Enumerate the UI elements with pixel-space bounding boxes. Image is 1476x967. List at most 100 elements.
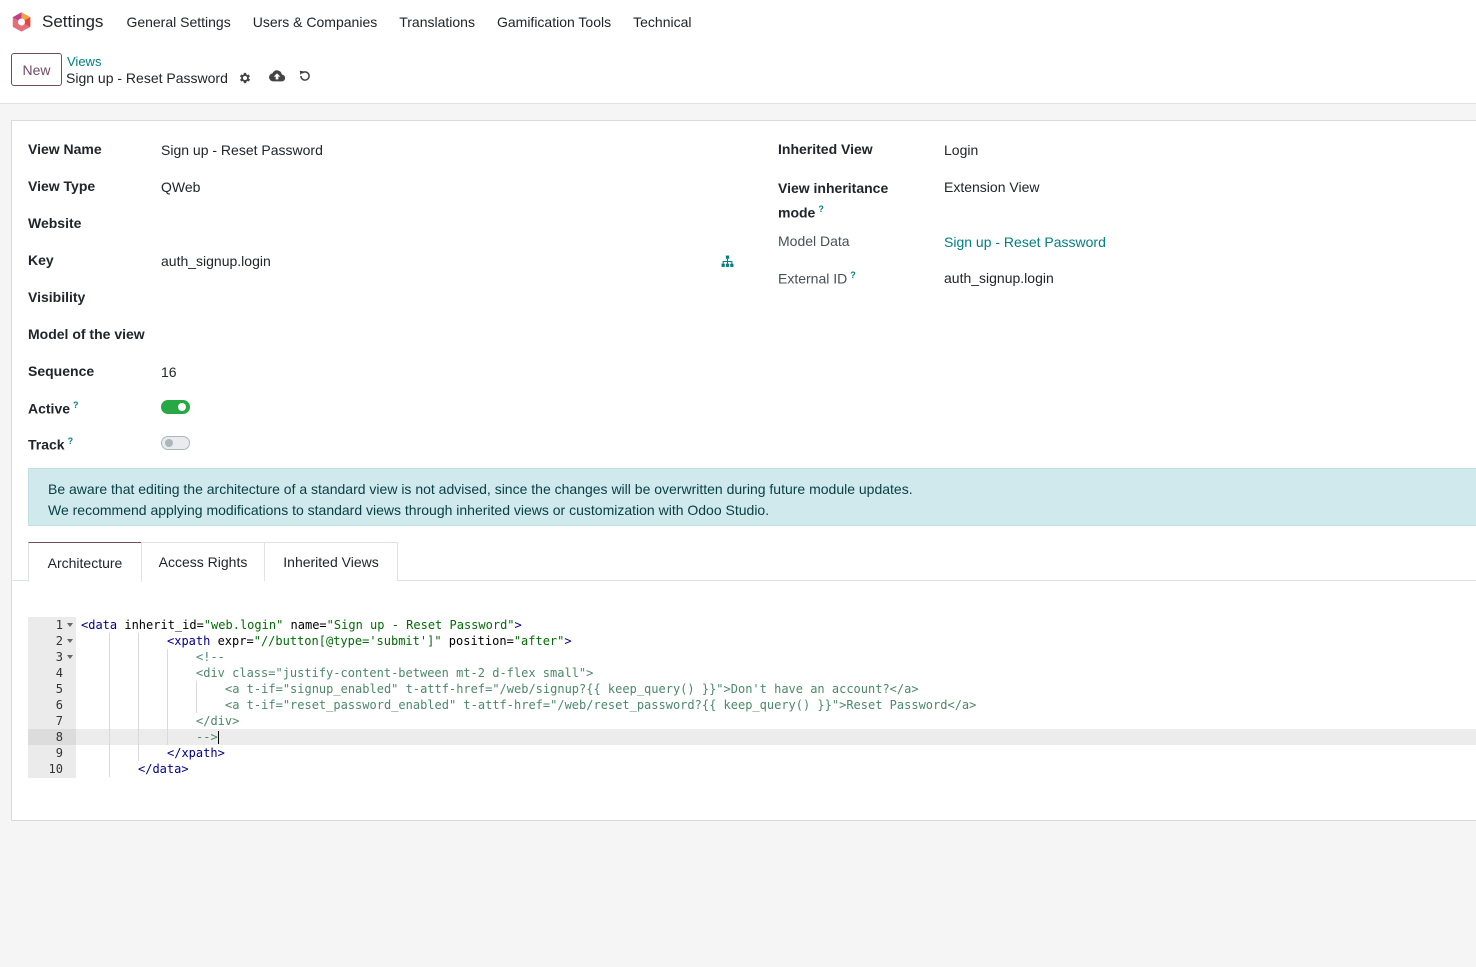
tab-architecture[interactable]: Architecture [28, 542, 142, 582]
visibility-label: Visibility [28, 289, 86, 305]
line-number: 7 [55, 714, 63, 728]
top-navbar: Settings General Settings Users & Compan… [0, 0, 1476, 44]
sitemap-icon[interactable] [719, 253, 735, 269]
external-id-field: auth_signup.login [944, 270, 1054, 286]
notebook-tabs: Architecture Access Rights Inherited Vie… [12, 542, 1476, 582]
alert-line-1: Be aware that editing the architecture o… [48, 481, 913, 497]
fold-arrow-icon[interactable] [67, 655, 73, 659]
code-line: 1 <data inherit_id="web.login" name="Sig… [28, 617, 1476, 633]
cloud-upload-icon[interactable] [269, 68, 285, 84]
inherited-view-field[interactable]: Login [944, 142, 978, 158]
indent-guide [196, 681, 197, 697]
code-text: <!-- [196, 650, 225, 664]
control-panel: New Views Sign up - Reset Password [0, 44, 1476, 104]
code-text: </div> [196, 714, 240, 728]
track-label: Track? [28, 436, 73, 453]
external-id-help-icon[interactable]: ? [850, 270, 856, 280]
line-number: 8 [28, 729, 76, 745]
indent-guide [109, 665, 110, 681]
indent-guide [167, 713, 168, 729]
active-toggle[interactable] [161, 400, 190, 414]
inheritance-mode-label-line2: mode [778, 204, 816, 221]
indent-guide [109, 633, 110, 649]
line-number: 9 [55, 746, 63, 760]
fold-arrow-icon[interactable] [67, 639, 73, 643]
code-text: </data> [138, 762, 189, 776]
code-text: <a t-if="signup_enabled" t-attf-href="/w… [225, 682, 919, 696]
gear-icon[interactable] [237, 70, 253, 86]
indent-guide [167, 649, 168, 665]
track-help-icon[interactable]: ? [68, 436, 74, 446]
inheritance-mode-field[interactable]: Extension View [944, 179, 1039, 195]
line-number: 10 [48, 762, 63, 776]
indent-guide [109, 745, 110, 761]
sequence-label: Sequence [28, 363, 95, 379]
indent-guide [167, 729, 168, 745]
code-text: --> [196, 730, 219, 744]
indent-guide [138, 697, 139, 713]
code-line-active: 8 --> [28, 729, 1476, 745]
code-line: 7 </div> [28, 713, 1476, 729]
indent-guide [196, 697, 197, 713]
toggle-knob [165, 439, 173, 447]
code-text: <xpath expr="//button[@type='submit']" p… [167, 634, 572, 648]
indent-guide [109, 681, 110, 697]
active-label: Active? [28, 400, 79, 417]
code-text: </xpath> [167, 746, 225, 760]
model-of-view-field[interactable] [161, 327, 731, 345]
menu-technical[interactable]: Technical [622, 0, 702, 44]
code-line: 10 </data> [28, 761, 1476, 777]
indent-guide [109, 761, 110, 777]
key-field[interactable]: auth_signup.login [161, 253, 271, 269]
model-data-link[interactable]: Sign up - Reset Password [944, 234, 1106, 250]
indent-guide [138, 665, 139, 681]
line-number: 5 [55, 682, 63, 696]
inheritance-mode-label: View inheritance mode? [778, 178, 888, 224]
indent-guide [109, 729, 110, 745]
indent-guide [167, 681, 168, 697]
inheritance-mode-help-icon[interactable]: ? [818, 204, 824, 214]
code-text: <a t-if="reset_password_enabled" t-attf-… [225, 698, 977, 712]
code-line: 4 <div class="justify-content-between mt… [28, 665, 1476, 681]
website-label: Website [28, 215, 82, 231]
code-text: <data inherit_id="web.login" name="Sign … [81, 618, 522, 632]
breadcrumb-views-link[interactable]: Views [67, 54, 101, 69]
sequence-field[interactable]: 16 [161, 364, 177, 380]
menu-translations[interactable]: Translations [388, 0, 486, 44]
code-editor[interactable]: 1 <data inherit_id="web.login" name="Sig… [28, 617, 1476, 778]
view-type-field[interactable]: QWeb [161, 179, 200, 195]
view-name-label: View Name [28, 141, 102, 157]
toggle-knob [178, 403, 186, 411]
inheritance-mode-label-line1: View inheritance [778, 180, 889, 196]
new-button[interactable]: New [11, 53, 62, 86]
warning-alert: Be aware that editing the architecture o… [28, 468, 1476, 526]
visibility-field[interactable] [161, 290, 731, 308]
tab-access-rights[interactable]: Access Rights [141, 542, 265, 581]
active-label-text: Active [28, 400, 71, 417]
alert-line-2: We recommend applying modifications to s… [48, 502, 770, 518]
undo-icon[interactable] [297, 68, 313, 84]
model-data-label: Model Data [778, 233, 850, 249]
track-toggle[interactable] [161, 436, 190, 450]
tab-inherited-views[interactable]: Inherited Views [264, 542, 398, 581]
menu-users-companies[interactable]: Users & Companies [242, 0, 389, 44]
view-name-field[interactable]: Sign up - Reset Password [161, 142, 323, 158]
brand[interactable]: Settings [11, 11, 115, 33]
breadcrumb-current-record: Sign up - Reset Password [66, 70, 228, 86]
code-line: 2 <xpath expr="//button[@type='submit']"… [28, 633, 1476, 649]
indent-guide [138, 713, 139, 729]
website-field[interactable] [161, 216, 731, 234]
odoo-settings-logo-icon [12, 12, 31, 32]
line-number: 6 [55, 698, 63, 712]
indent-guide [138, 729, 139, 745]
menu-gamification-tools[interactable]: Gamification Tools [486, 0, 622, 44]
code-line: 5 <a t-if="signup_enabled" t-attf-href="… [28, 681, 1476, 697]
indent-guide [138, 649, 139, 665]
active-help-icon[interactable]: ? [73, 400, 79, 410]
indent-guide [138, 681, 139, 697]
menu-general-settings[interactable]: General Settings [115, 0, 241, 44]
indent-guide [109, 649, 110, 665]
fold-arrow-icon[interactable] [67, 623, 73, 627]
code-text: <div class="justify-content-between mt-2… [196, 666, 594, 680]
indent-guide [138, 633, 139, 649]
